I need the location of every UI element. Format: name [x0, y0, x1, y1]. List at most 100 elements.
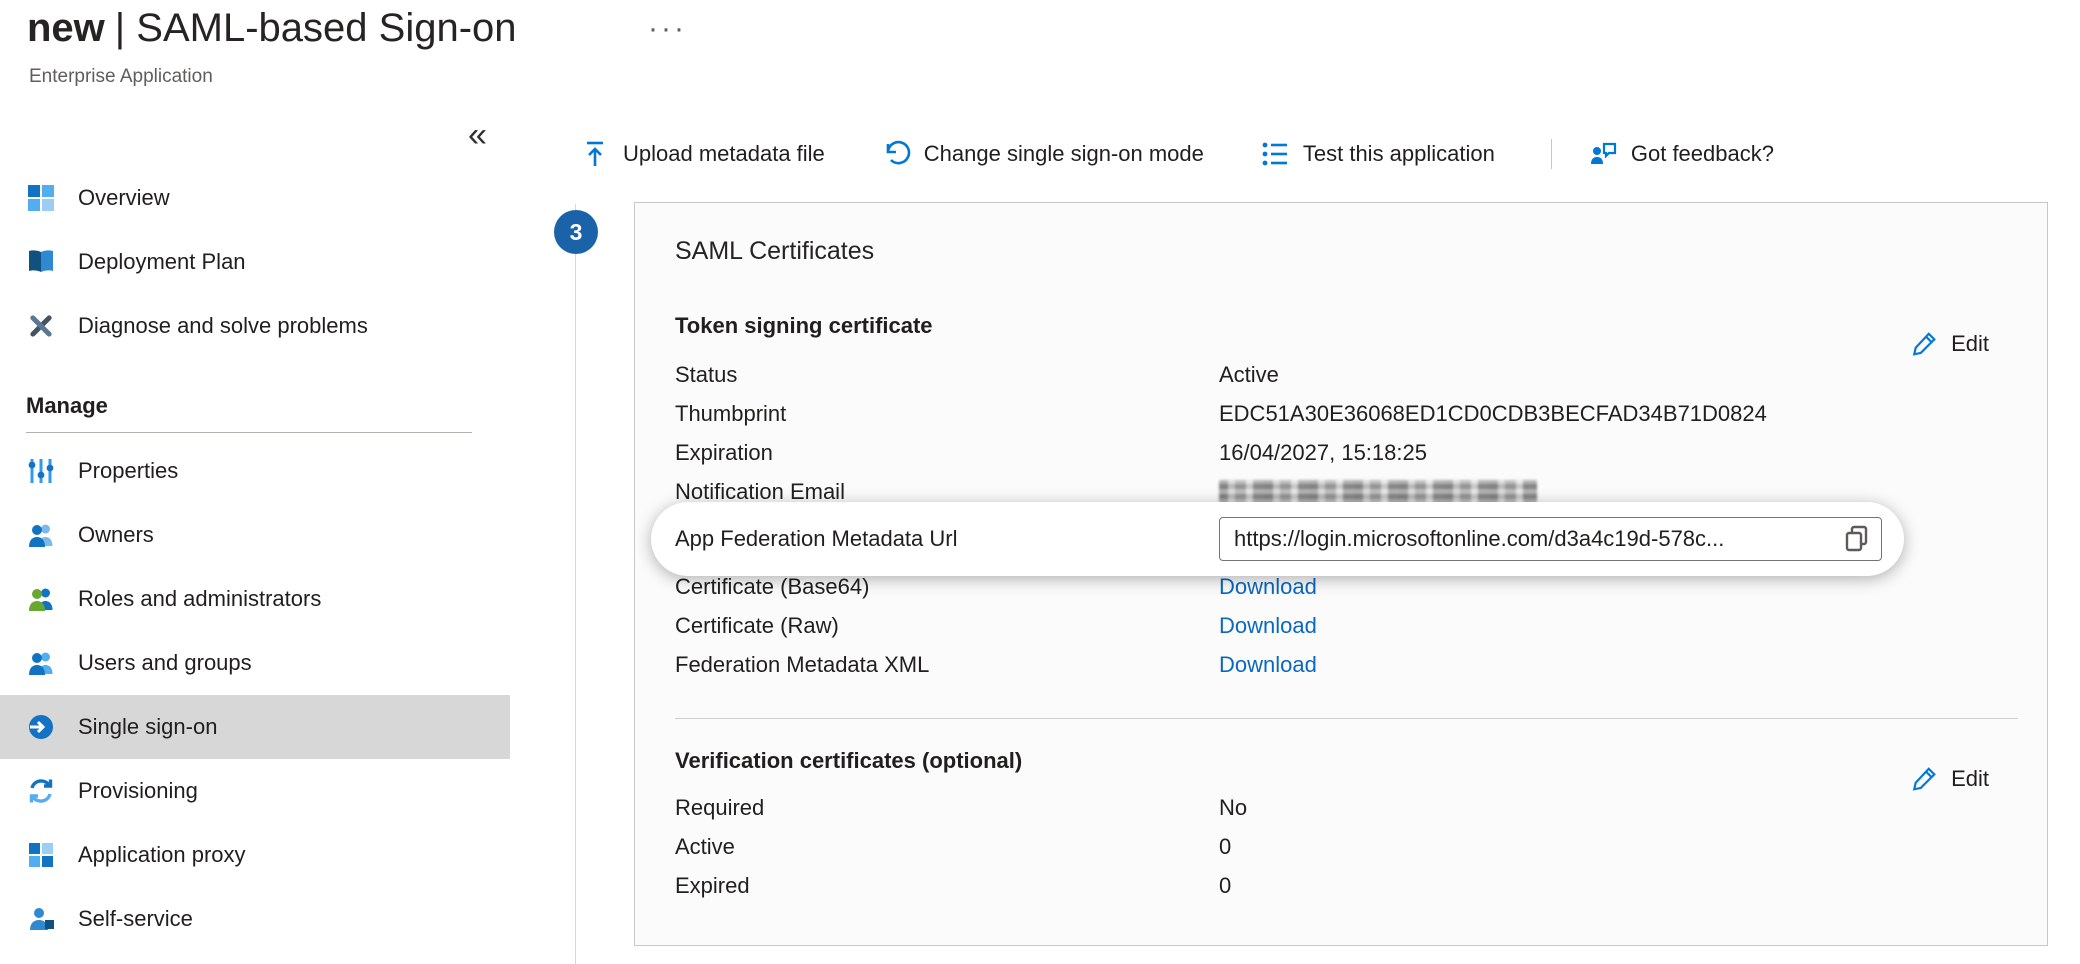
application-proxy-icon: [26, 840, 56, 870]
feedback-icon: [1588, 139, 1618, 169]
expiration-label: Expiration: [675, 440, 1219, 466]
provisioning-sync-icon: [26, 776, 56, 806]
app-federation-metadata-url-row: App Federation Metadata Url: [675, 511, 1991, 567]
sidebar-item-users-groups[interactable]: Users and groups: [0, 631, 510, 695]
sidebar-item-owners[interactable]: Owners: [0, 503, 510, 567]
sidebar-item-label: Users and groups: [78, 650, 252, 676]
certificate-raw-label: Certificate (Raw): [675, 613, 1219, 639]
card-title: SAML Certificates: [675, 237, 874, 266]
test-application-button[interactable]: Test this application: [1260, 139, 1495, 169]
metadata-url-label: App Federation Metadata Url: [675, 526, 1219, 552]
toolbar-button-label: Got feedback?: [1631, 141, 1774, 167]
metadata-url-input[interactable]: [1219, 517, 1882, 561]
active-label: Active: [675, 834, 1219, 860]
page-title-rest: | SAML-based Sign-on: [115, 6, 517, 50]
owners-people-icon: [26, 520, 56, 550]
users-groups-icon: [26, 648, 56, 678]
sidebar-item-diagnose[interactable]: Diagnose and solve problems: [0, 294, 510, 358]
active-value: 0: [1219, 834, 1231, 860]
toolbar-button-label: Upload metadata file: [623, 141, 825, 167]
overview-grid-icon: [26, 183, 56, 213]
sidebar-item-roles-administrators[interactable]: Roles and administrators: [0, 567, 510, 631]
token-signing-certificate-heading: Token signing certificate: [675, 313, 933, 339]
app-name: new: [27, 6, 105, 50]
sidebar-item-label: Roles and administrators: [78, 586, 321, 612]
sidebar-item-label: Overview: [78, 185, 170, 211]
page-subtitle: Enterprise Application: [29, 66, 213, 88]
sidebar-item-properties[interactable]: Properties: [0, 439, 510, 503]
edit-label: Edit: [1951, 331, 1989, 357]
certificate-raw-row: Certificate (Raw) Download: [675, 606, 1991, 645]
page: new| SAML-based Sign-on ··· Enterprise A…: [0, 0, 2080, 964]
status-row: Status Active: [675, 355, 1991, 394]
step-number-badge: 3: [554, 210, 598, 254]
status-label: Status: [675, 362, 1219, 388]
thumbprint-value: EDC51A30E36068ED1CD0CDB3BECFAD34B71D0824: [1219, 401, 1767, 427]
required-value: No: [1219, 795, 1247, 821]
edit-token-certificate-button[interactable]: Edit: [1911, 330, 1989, 358]
upload-metadata-file-button[interactable]: Upload metadata file: [580, 139, 825, 169]
sidebar-item-label: Properties: [78, 458, 178, 484]
expired-label: Expired: [675, 873, 1219, 899]
verification-certificate-rows: Required No Active 0 Expired 0: [675, 788, 1991, 905]
pencil-icon: [1911, 330, 1939, 358]
expired-value: 0: [1219, 873, 1231, 899]
certificate-raw-download-link[interactable]: Download: [1219, 613, 1317, 639]
self-service-icon: [26, 904, 56, 934]
certificate-base64-download-link[interactable]: Download: [1219, 574, 1317, 600]
expiration-row: Expiration 16/04/2027, 15:18:25: [675, 433, 1991, 472]
sidebar-item-label: Deployment Plan: [78, 249, 246, 275]
sidebar-item-label: Application proxy: [78, 842, 246, 868]
diagnose-tools-icon: [26, 311, 56, 341]
more-menu-icon[interactable]: ···: [648, 12, 687, 46]
command-bar: Upload metadata file Change single sign-…: [580, 130, 1830, 178]
sidebar-item-provisioning[interactable]: Provisioning: [0, 759, 510, 823]
sidebar-divider: [26, 432, 472, 433]
upload-icon: [580, 139, 610, 169]
sidebar-section-manage: Manage: [0, 380, 510, 432]
toolbar-button-label: Test this application: [1303, 141, 1495, 167]
sidebar-item-label: Diagnose and solve problems: [78, 313, 368, 339]
sidebar-item-label: Self-service: [78, 906, 193, 932]
sidebar-item-overview[interactable]: Overview: [0, 166, 510, 230]
thumbprint-label: Thumbprint: [675, 401, 1219, 427]
card-section-divider: [675, 718, 2018, 719]
certificate-base64-label: Certificate (Base64): [675, 574, 1219, 600]
properties-sliders-icon: [26, 456, 56, 486]
federation-metadata-xml-row: Federation Metadata XML Download: [675, 645, 1991, 684]
sidebar-item-deployment-plan[interactable]: Deployment Plan: [0, 230, 510, 294]
checklist-icon: [1260, 139, 1290, 169]
sidebar-item-label: Owners: [78, 522, 154, 548]
sidebar-item-label: Provisioning: [78, 778, 198, 804]
metadata-url-field-wrap: [1219, 517, 1882, 561]
sidebar-item-application-proxy[interactable]: Application proxy: [0, 823, 510, 887]
roles-person-icon: [26, 584, 56, 614]
required-label: Required: [675, 795, 1219, 821]
sidebar: Overview Deployment Plan Diagnose and so…: [0, 166, 510, 951]
page-title: new| SAML-based Sign-on: [27, 6, 517, 51]
undo-arrow-icon: [881, 139, 911, 169]
expiration-value: 16/04/2027, 15:18:25: [1219, 440, 1427, 466]
active-row: Active 0: [675, 827, 1991, 866]
required-row: Required No: [675, 788, 1991, 827]
federation-metadata-xml-label: Federation Metadata XML: [675, 652, 1219, 678]
sidebar-collapse-icon[interactable]: «: [468, 118, 487, 152]
single-sign-on-icon: [26, 712, 56, 742]
sidebar-item-label: Single sign-on: [78, 714, 217, 740]
saml-certificates-card: SAML Certificates Token signing certific…: [634, 202, 2048, 946]
sidebar-item-single-sign-on[interactable]: Single sign-on: [0, 695, 510, 759]
token-certificate-rows: Status Active Thumbprint EDC51A30E36068E…: [675, 355, 1991, 684]
change-sso-mode-button[interactable]: Change single sign-on mode: [881, 139, 1204, 169]
toolbar-separator: [1551, 139, 1552, 169]
expired-row: Expired 0: [675, 866, 1991, 905]
copy-icon[interactable]: [1843, 524, 1873, 554]
notification-email-redacted-value: [1219, 480, 1537, 504]
got-feedback-button[interactable]: Got feedback?: [1588, 139, 1774, 169]
deployment-book-icon: [26, 247, 56, 277]
step-rail-line: [575, 204, 576, 964]
status-value: Active: [1219, 362, 1279, 388]
federation-metadata-xml-download-link[interactable]: Download: [1219, 652, 1317, 678]
notification-email-label: Notification Email: [675, 479, 1219, 505]
toolbar-button-label: Change single sign-on mode: [924, 141, 1204, 167]
sidebar-item-self-service[interactable]: Self-service: [0, 887, 510, 951]
